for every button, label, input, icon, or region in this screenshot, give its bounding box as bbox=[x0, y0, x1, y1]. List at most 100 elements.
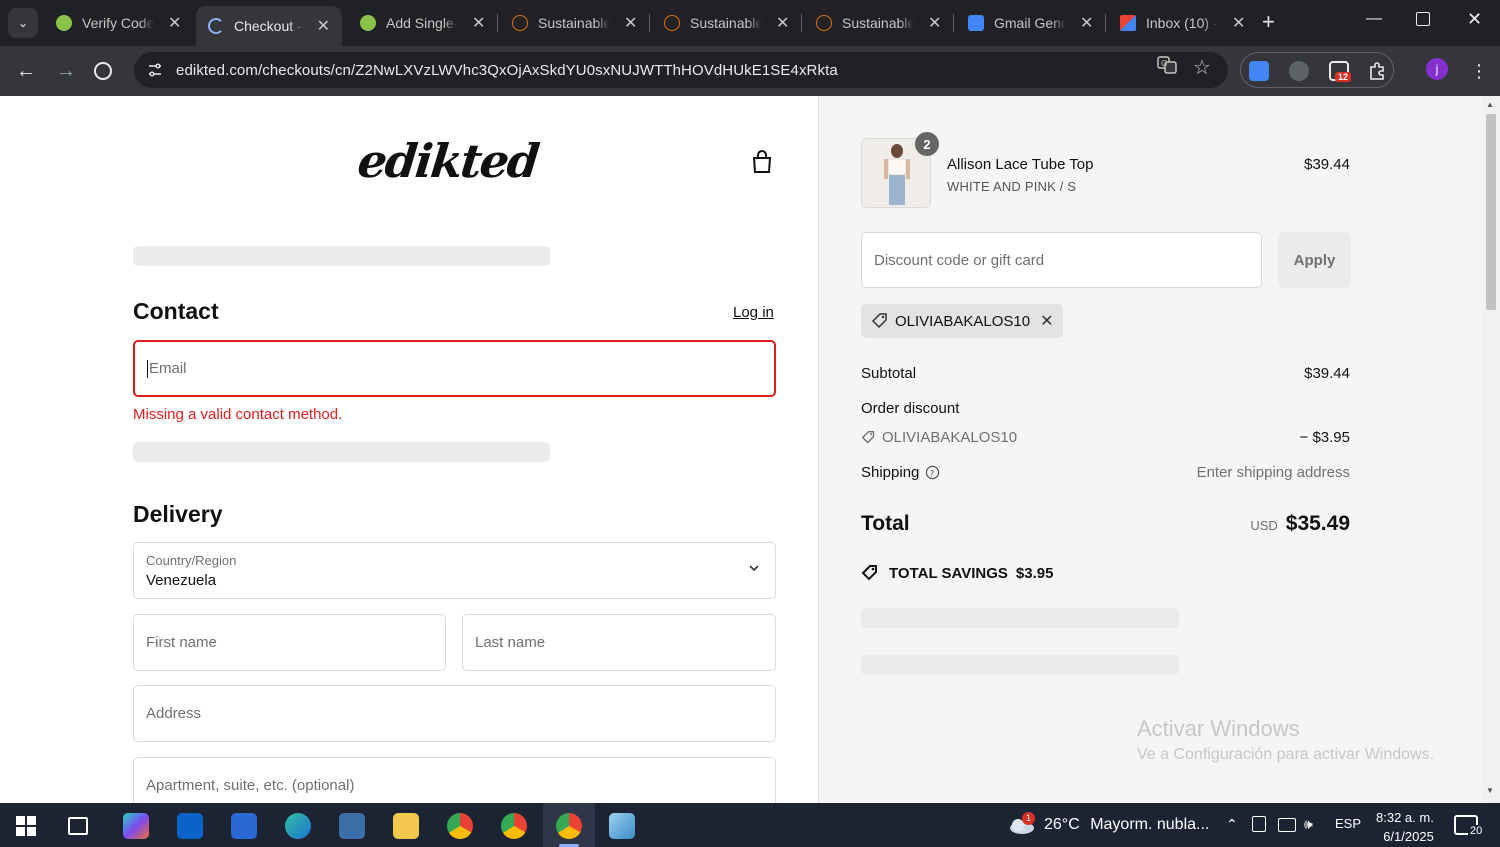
tab-title: Sustainable bbox=[690, 15, 762, 31]
scroll-up-arrow-icon[interactable]: ▲ bbox=[1486, 100, 1494, 109]
tab-inbox[interactable]: Inbox (10) - ✕ bbox=[1108, 6, 1257, 40]
log-in-link[interactable]: Log in bbox=[733, 304, 774, 321]
remove-code-icon[interactable]: ✕ bbox=[1040, 311, 1053, 331]
chrome-icon[interactable] bbox=[556, 813, 582, 839]
new-tab-button[interactable]: + bbox=[1262, 10, 1275, 34]
discount-code-input[interactable]: Discount code or gift card bbox=[861, 232, 1262, 288]
tab-gmail-generator[interactable]: Gmail Gener ✕ bbox=[956, 6, 1105, 40]
tab-sustainable-2[interactable]: Sustainable ✕ bbox=[652, 6, 801, 40]
notification-count: 20 bbox=[1468, 825, 1485, 837]
copilot-icon[interactable] bbox=[123, 813, 149, 839]
tab-sustainable-1[interactable]: Sustainable ✕ bbox=[500, 6, 649, 40]
windows-start-icon[interactable] bbox=[16, 816, 36, 836]
volume-icon[interactable]: 🕪 bbox=[1304, 816, 1313, 833]
apply-button[interactable]: Apply bbox=[1278, 232, 1351, 288]
microsoft-store-icon[interactable] bbox=[231, 813, 257, 839]
address-field[interactable]: Address bbox=[133, 685, 776, 742]
restore-button[interactable] bbox=[1416, 12, 1430, 26]
close-icon[interactable]: ✕ bbox=[928, 13, 941, 33]
close-icon[interactable]: ✕ bbox=[472, 13, 485, 33]
shopping-bag-icon[interactable] bbox=[752, 150, 772, 174]
total-label: Total bbox=[861, 512, 910, 535]
browser-tab-strip: ⌄ Verify Codes ✕ Checkout - e ✕ Add Sing… bbox=[0, 0, 1500, 46]
loading-skeleton bbox=[133, 246, 550, 266]
tab-search-button[interactable]: ⌄ bbox=[8, 8, 38, 38]
close-icon[interactable]: ✕ bbox=[1232, 13, 1245, 33]
extensions-group bbox=[1240, 52, 1394, 88]
tab-separator bbox=[801, 14, 802, 32]
url-text[interactable]: edikted.com/checkouts/cn/Z2NwLXVzLWVhc3Q… bbox=[176, 62, 838, 79]
apartment-field[interactable]: Apartment, suite, etc. (optional) bbox=[133, 757, 776, 803]
browser-toolbar: ← → edikted.com/checkouts/cn/Z2NwLXVzLWV… bbox=[0, 46, 1500, 96]
favicon-icon bbox=[360, 15, 376, 31]
app-icon[interactable] bbox=[339, 813, 365, 839]
savings-value: $3.95 bbox=[1015, 564, 1054, 582]
close-icon[interactable]: ✕ bbox=[168, 13, 181, 33]
close-window-button[interactable]: ✕ bbox=[1467, 9, 1482, 30]
tab-title: Verify Codes bbox=[82, 15, 154, 31]
show-hidden-icons-chevron-up-icon[interactable]: ⌃ bbox=[1226, 816, 1238, 833]
weather-widget[interactable]: 26°C Mayorm. nubla... bbox=[1044, 816, 1209, 834]
device-icon[interactable] bbox=[1252, 816, 1266, 832]
first-name-field[interactable]: First name bbox=[133, 614, 446, 671]
tab-add-single[interactable]: Add Single- ✕ bbox=[348, 6, 497, 40]
site-settings-icon[interactable] bbox=[146, 61, 164, 79]
translate-icon[interactable]: G bbox=[1157, 55, 1177, 80]
minimize-button[interactable]: — bbox=[1366, 10, 1382, 28]
product-name: Allison Lace Tube Top bbox=[947, 156, 1094, 173]
language-indicator[interactable]: ESP bbox=[1335, 816, 1361, 831]
savings-tag-icon bbox=[861, 565, 877, 581]
country-select[interactable]: Country/Region Venezuela bbox=[133, 542, 776, 599]
close-icon[interactable]: ✕ bbox=[776, 13, 789, 33]
edge-icon[interactable] bbox=[285, 813, 311, 839]
close-icon[interactable]: ✕ bbox=[1080, 13, 1093, 33]
outlook-icon[interactable] bbox=[177, 813, 203, 839]
tab-verify-codes[interactable]: Verify Codes ✕ bbox=[44, 6, 193, 40]
scroll-down-arrow-icon[interactable]: ▼ bbox=[1486, 786, 1494, 795]
back-arrow-icon[interactable]: ← bbox=[16, 58, 36, 84]
page-scrollbar[interactable]: ▲ ▼ bbox=[1482, 96, 1500, 803]
email-field[interactable]: Email bbox=[133, 340, 776, 397]
forward-arrow-icon[interactable]: → bbox=[56, 58, 76, 84]
app-icon[interactable] bbox=[609, 813, 635, 839]
applied-code-text: OLIVIABAKALOS10 bbox=[895, 312, 1031, 330]
last-name-field[interactable]: Last name bbox=[462, 614, 776, 671]
close-icon[interactable]: ✕ bbox=[317, 16, 330, 36]
chrome-icon[interactable] bbox=[447, 813, 473, 839]
extension-icon[interactable] bbox=[1289, 61, 1309, 81]
profile-avatar[interactable]: j bbox=[1426, 58, 1448, 80]
address-bar[interactable]: edikted.com/checkouts/cn/Z2NwLXVzLWVhc3Q… bbox=[134, 52, 1228, 88]
favicon-icon bbox=[816, 15, 832, 31]
order-discount-value: − $3.95 bbox=[1299, 429, 1350, 446]
clock-date: 6/1/2025 bbox=[1383, 829, 1434, 844]
bookmark-star-icon[interactable]: ☆ bbox=[1193, 55, 1211, 80]
chrome-icon[interactable] bbox=[501, 813, 527, 839]
scroll-thumb[interactable] bbox=[1486, 114, 1496, 310]
total-savings: TOTAL SAVINGS $3.95 bbox=[861, 564, 1053, 582]
apartment-placeholder: Apartment, suite, etc. (optional) bbox=[146, 777, 355, 794]
kebab-menu-icon[interactable]: ⋮ bbox=[1470, 58, 1488, 84]
svg-text:?: ? bbox=[930, 468, 934, 478]
task-view-icon[interactable] bbox=[68, 817, 88, 835]
help-circle-icon[interactable]: ? bbox=[925, 465, 940, 480]
favicon-icon bbox=[968, 15, 984, 31]
tab-title: Inbox (10) - bbox=[1146, 15, 1218, 31]
stop-loading-icon[interactable] bbox=[94, 62, 112, 80]
contact-heading: Contact bbox=[133, 298, 219, 324]
puzzle-extensions-icon[interactable] bbox=[1367, 61, 1387, 81]
total-currency: USD bbox=[1250, 518, 1278, 533]
country-label: Country/Region bbox=[146, 553, 237, 568]
windows-activation-watermark: Activar Windows Ve a Configuración para … bbox=[1137, 716, 1434, 764]
network-icon[interactable] bbox=[1278, 818, 1296, 832]
order-summary: 2 Allison Lace Tube Top WHITE AND PINK /… bbox=[818, 96, 1482, 803]
google-translate-extension-icon[interactable] bbox=[1249, 61, 1269, 81]
tab-separator bbox=[1105, 14, 1106, 32]
file-explorer-icon[interactable] bbox=[393, 813, 419, 839]
text-caret bbox=[147, 359, 148, 378]
taskbar-clock[interactable]: 8:32 a. m. 6/1/2025 bbox=[1376, 808, 1434, 846]
tab-checkout[interactable]: Checkout - e ✕ bbox=[196, 6, 342, 46]
tab-sustainable-3[interactable]: Sustainable ✕ bbox=[804, 6, 953, 40]
last-name-placeholder: Last name bbox=[475, 634, 546, 651]
store-logo[interactable]: edikted bbox=[355, 134, 540, 188]
close-icon[interactable]: ✕ bbox=[624, 13, 637, 33]
